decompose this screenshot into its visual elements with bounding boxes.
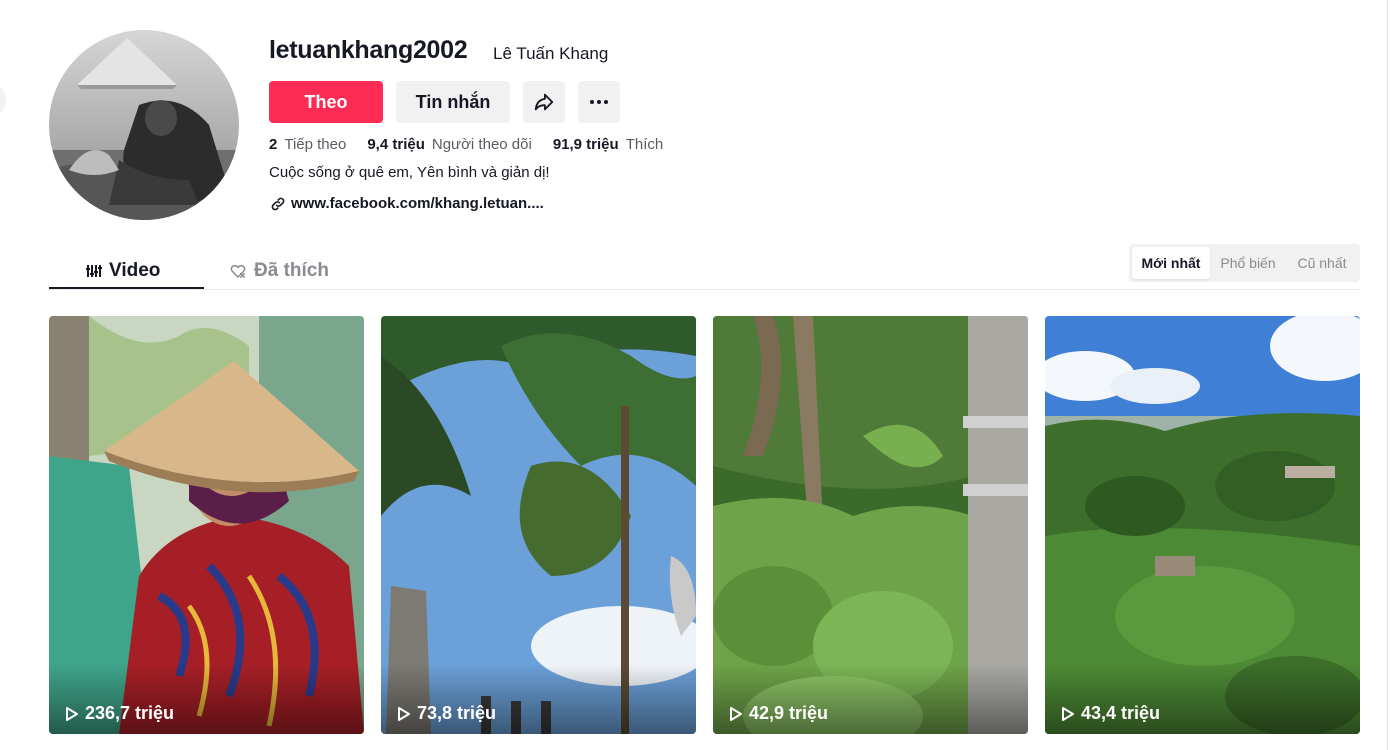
more-dots-icon — [590, 100, 608, 104]
sort-latest[interactable]: Mới nhất — [1132, 247, 1210, 279]
followers-label[interactable]: Người theo dõi — [432, 136, 532, 153]
bio-link-text[interactable]: www.facebook.com/khang.letuan.... — [291, 195, 544, 212]
username: letuankhang2002 — [269, 36, 468, 64]
tab-video[interactable]: Video — [86, 253, 160, 289]
share-arrow-icon — [534, 93, 554, 111]
view-count-text: 42,9 triệu — [749, 703, 829, 723]
side-panel-tab[interactable] — [0, 82, 6, 118]
play-icon — [1062, 706, 1074, 721]
followers-count[interactable]: 9,4 triệu — [367, 136, 425, 153]
nickname: Lê Tuấn Khang — [493, 44, 609, 63]
link-icon — [271, 197, 285, 210]
likes-count: 91,9 triệu — [552, 136, 619, 153]
view-count-text: 73,8 triệu — [417, 703, 497, 723]
video-card[interactable]: 236,7 triệu — [49, 316, 364, 734]
sort-segmented-control: Mới nhất Phổ biến Cũ nhất — [1129, 244, 1360, 282]
play-icon — [398, 706, 410, 721]
view-count: 236,7 triệu — [65, 703, 174, 724]
following-label[interactable]: Tiếp theo — [284, 136, 346, 153]
tab-video-label: Video — [109, 260, 161, 281]
play-icon — [730, 706, 742, 721]
view-count: 42,9 triệu — [729, 703, 828, 724]
scrollbar[interactable] — [1387, 0, 1388, 750]
following-count[interactable]: 2 — [269, 136, 277, 153]
view-count: 43,4 triệu — [1061, 703, 1160, 724]
view-count: 73,8 triệu — [397, 703, 496, 724]
view-count-text: 43,4 triệu — [1081, 703, 1161, 723]
likes-label: Thích — [625, 136, 664, 153]
avatar — [49, 30, 239, 220]
tab-liked-label: Đã thích — [254, 260, 329, 281]
play-icon — [66, 706, 78, 721]
share-button[interactable] — [523, 81, 565, 123]
follow-button[interactable]: Theo — [269, 81, 383, 123]
video-card[interactable]: 73,8 triệu — [381, 316, 696, 734]
video-card[interactable]: 42,9 triệu — [713, 316, 1028, 734]
more-options-button[interactable] — [578, 81, 620, 123]
video-grid-icon — [86, 265, 102, 277]
video-card[interactable]: 43,4 triệu — [1045, 316, 1360, 734]
tab-liked[interactable]: Đã thích — [229, 253, 329, 289]
tabs-divider — [49, 289, 1360, 290]
sort-popular[interactable]: Phổ biến — [1211, 247, 1285, 279]
liked-heart-icon — [230, 264, 246, 279]
bio-link[interactable]: www.facebook.com/khang.letuan.... — [270, 195, 544, 212]
view-count-text: 236,7 triệu — [85, 703, 175, 723]
profile-stats: 2 Tiếp theo 9,4 triệu Người theo dõi 91,… — [269, 136, 663, 153]
sort-oldest[interactable]: Cũ nhất — [1286, 247, 1358, 279]
bio: Cuộc sống ở quê em, Yên bình và giản dị! — [269, 164, 550, 181]
message-button[interactable]: Tin nhắn — [396, 81, 510, 123]
